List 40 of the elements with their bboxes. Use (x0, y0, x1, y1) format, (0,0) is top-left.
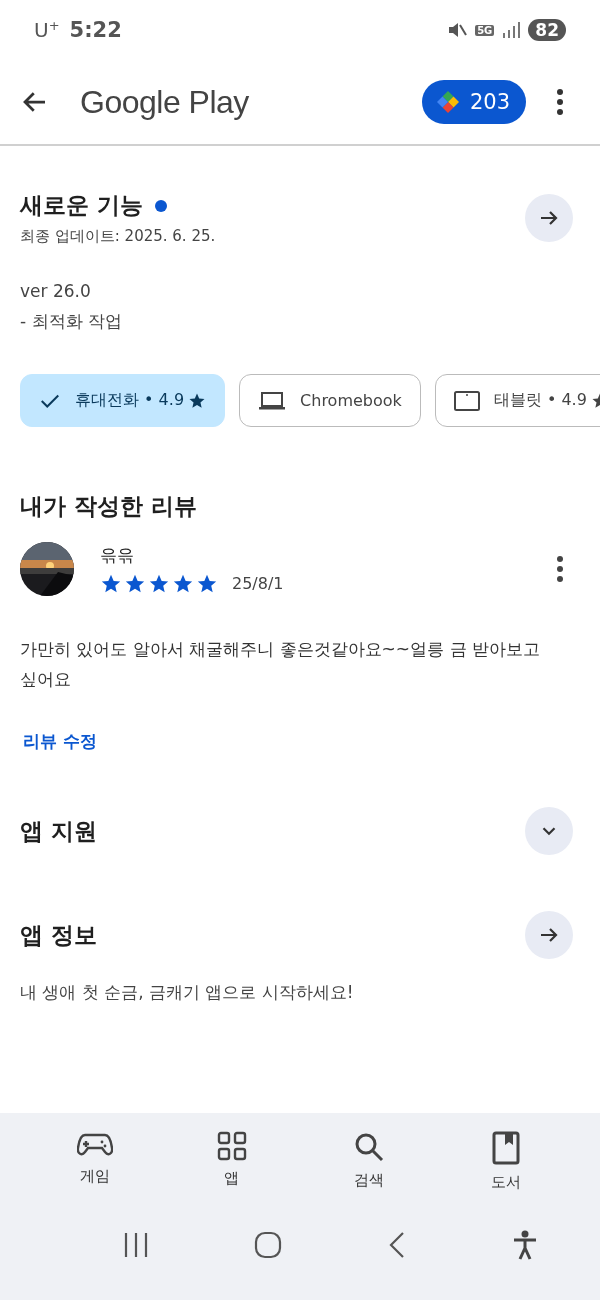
laptop-icon (258, 389, 287, 412)
home-icon[interactable] (253, 1231, 282, 1259)
app-title: Google Play (80, 83, 250, 121)
points-button[interactable]: 203 (421, 80, 526, 124)
section-title: 새로운 기능 (20, 191, 143, 220)
mute-icon (447, 20, 468, 40)
grid-icon (216, 1131, 247, 1161)
section-title: 앱 정보 (20, 920, 97, 950)
device-chip[interactable]: 태블릿 • 4.9 (434, 374, 600, 427)
app-description: 내 생애 첫 순금, 금캐기 앱으로 시작하세요! (20, 981, 355, 1004)
accessibility-icon[interactable] (511, 1230, 538, 1260)
battery-level: 82 (528, 19, 566, 41)
updated-date: 최종 업데이트: 2025. 6. 25. (20, 227, 216, 246)
carrier-text: U+ (34, 18, 60, 42)
review-text: 가만히 있어도 알아서 채굴해주니 좋은것같아요~~얼릉 금 받아보고 싶어요 (20, 638, 541, 691)
nav-tab[interactable]: 게임 (44, 1125, 145, 1198)
release-note: ver 26.0 (20, 280, 92, 303)
arrow-button[interactable] (525, 194, 573, 242)
nav-tab[interactable]: 도서 (455, 1125, 556, 1198)
recent-apps-icon[interactable] (122, 1232, 149, 1258)
review-date: 25/8/1 (232, 574, 284, 593)
reviewer-name: 윾윾 (100, 543, 135, 567)
section-title: 내가 작성한 리뷰 (20, 492, 198, 521)
chip-label: 휴대전화 • 4.9 (75, 390, 185, 411)
device-chip[interactable]: 휴대전화 • 4.9 (20, 374, 226, 427)
signal-icon (502, 21, 521, 39)
edit-review-link[interactable]: 리뷰 수정 (20, 730, 580, 753)
book-icon (491, 1131, 520, 1165)
clock-text: 5:22 (69, 18, 122, 42)
section-title: 앱 지원 (20, 816, 97, 846)
nav-tab[interactable]: 검색 (318, 1125, 419, 1198)
diamond-icon (435, 90, 460, 114)
nav-tab[interactable]: 앱 (181, 1125, 282, 1198)
chip-label: 태블릿 • 4.9 (493, 390, 587, 411)
network-text: 5G (475, 24, 495, 36)
tablet-icon (453, 390, 480, 411)
chip-label: Chromebook (300, 391, 402, 410)
release-note: - 최적화 작업 (20, 310, 123, 333)
device-chip[interactable]: Chromebook (239, 374, 421, 427)
arrow-button[interactable] (525, 911, 573, 959)
